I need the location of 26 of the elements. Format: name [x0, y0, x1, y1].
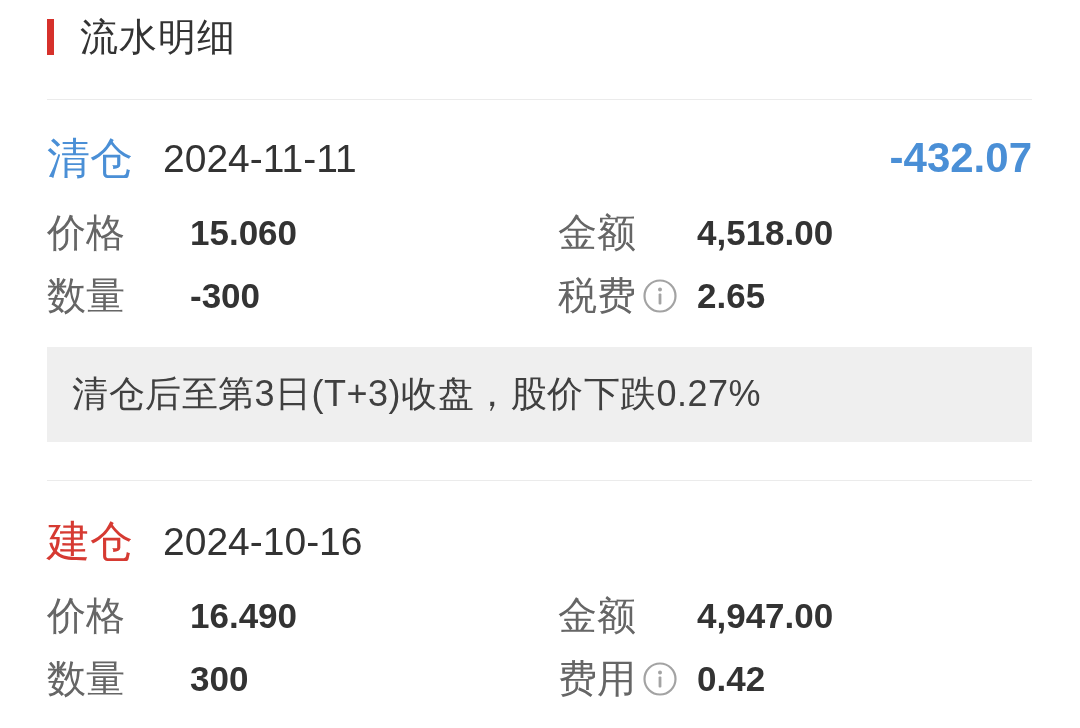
trade-type: 建仓 [47, 519, 133, 563]
trade-type: 清仓 [47, 136, 133, 180]
field-value: 300 [190, 661, 249, 696]
field-value: 0.42 [697, 661, 766, 696]
field-label: 数量 [47, 659, 125, 698]
trade-date: 2024-10-16 [163, 521, 363, 561]
accent-bar [47, 19, 54, 55]
info-icon[interactable] [643, 661, 677, 696]
trade-date: 2024-11-11 [163, 138, 357, 178]
note-text: 清仓后至第3日(T+3)收盘，股价下跌0.27% [47, 347, 1032, 442]
field-value: 15.060 [190, 215, 298, 250]
field-label: 税费 [558, 276, 636, 315]
field-label: 价格 [47, 596, 125, 635]
field-value: -300 [190, 278, 261, 313]
field-label: 费用 [558, 659, 636, 698]
field-value: 16.490 [190, 598, 298, 633]
field-label: 数量 [47, 276, 125, 315]
profit-amount: -432.07 [889, 137, 1032, 179]
info-icon[interactable] [643, 278, 677, 313]
field-label: 金额 [558, 213, 636, 252]
field-value: 2.65 [697, 278, 766, 313]
field-label: 金额 [558, 596, 636, 635]
field-label: 价格 [47, 213, 125, 252]
section-title: 流水明细 [80, 18, 236, 56]
field-value: 4,947.00 [697, 598, 834, 633]
field-value: 4,518.00 [697, 215, 834, 250]
